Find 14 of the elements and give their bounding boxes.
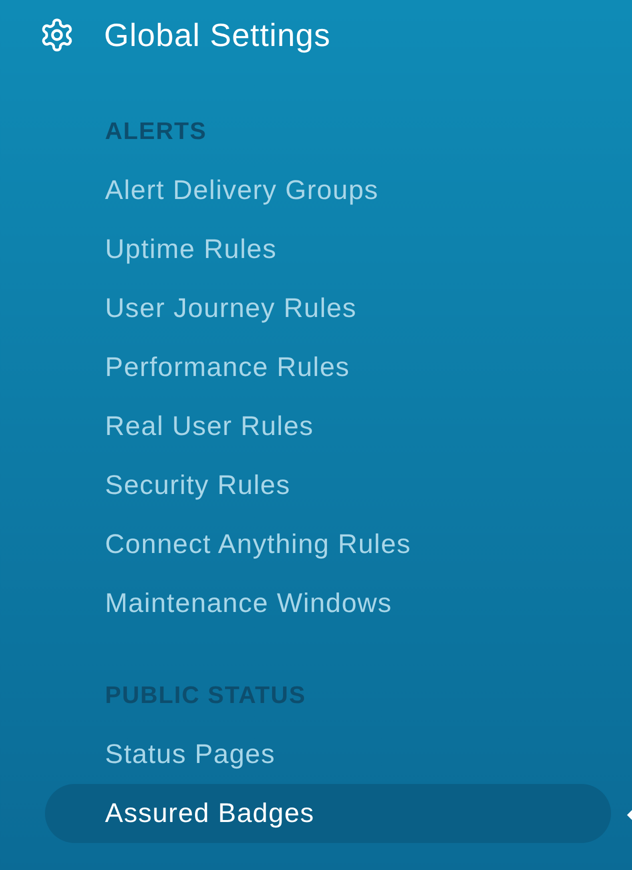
nav-item[interactable]: Maintenance Windows	[45, 574, 611, 633]
section-heading: ALERTS	[105, 116, 207, 146]
arrow-icon	[627, 810, 632, 820]
nav-item[interactable]: Connect Anything Rules	[45, 515, 611, 574]
nav-item[interactable]: Uptime Rules	[45, 220, 611, 279]
nav-item[interactable]: Alert Delivery Groups	[45, 161, 611, 220]
nav-item[interactable]: Status Pages	[45, 725, 611, 784]
nav-item[interactable]: Security Rules	[45, 456, 611, 515]
nav-item[interactable]: User Journey Rules	[45, 279, 611, 338]
nav-item[interactable]: Real User Rules	[45, 397, 611, 456]
nav-item[interactable]: Assured Badges	[45, 784, 611, 843]
nav-item[interactable]: Performance Rules	[45, 338, 611, 397]
page-title: Global Settings	[104, 16, 331, 55]
settings-icon	[39, 17, 75, 53]
